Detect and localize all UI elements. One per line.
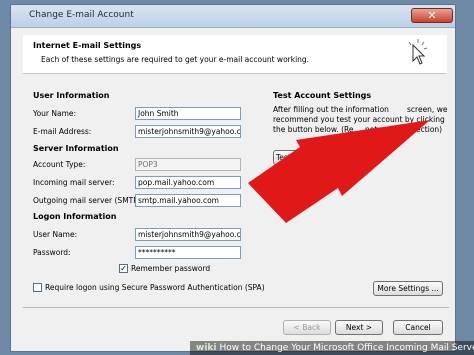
remember-password-checkbox[interactable]: ✓	[119, 264, 128, 273]
caption-text: How to Change Your Microsoft Office Inco…	[219, 343, 474, 353]
email-address-label: E-mail Address:	[33, 127, 92, 136]
your-name-label: Your Name:	[33, 109, 77, 118]
test-desc-line1: After filling out the information	[273, 105, 389, 114]
email-address-field[interactable]: misterjohnsmith9@yahoo.com	[135, 125, 241, 138]
password-field[interactable]: **********	[135, 246, 241, 259]
more-settings-button[interactable]: More Settings ...	[373, 281, 443, 296]
remember-password-label: Remember password	[131, 264, 211, 273]
spa-label: Require logon using Secure Password Auth…	[45, 283, 265, 292]
mouse-cursor-icon	[408, 39, 428, 65]
dialog-header: Internet E-mail Settings Each of these s…	[23, 35, 447, 74]
change-email-account-dialog: Change E-mail Account ✕ Internet E-mail …	[10, 4, 456, 352]
logon-info-heading: Logon Information	[33, 212, 117, 221]
server-info-heading: Server Information	[33, 144, 119, 153]
your-name-field[interactable]: John Smith	[135, 107, 241, 120]
test-desc-line1-end: screen, we	[407, 105, 448, 114]
close-button[interactable]: ✕	[411, 8, 453, 23]
account-type-label: Account Type:	[33, 160, 86, 169]
test-settings-heading: Test Account Settings	[273, 91, 372, 100]
header-subtitle: Each of these settings are required to g…	[41, 55, 310, 64]
user-info-heading: User Information	[33, 91, 110, 100]
header-title: Internet E-mail Settings	[33, 41, 142, 50]
test-account-settings-button[interactable]: Test Account Settings ...	[273, 150, 369, 165]
back-button[interactable]: < Back	[283, 320, 331, 335]
test-desc-line3: the button below. (Re	[273, 125, 354, 134]
caption-brand: wiki	[196, 343, 217, 353]
footer-divider	[23, 307, 449, 308]
test-desc-line2: recommend you test your account by click…	[273, 115, 445, 124]
cancel-button[interactable]: Cancel	[393, 320, 443, 335]
password-label: Password:	[33, 248, 71, 257]
image-caption: wiki How to Change Your Microsoft Office …	[190, 341, 474, 355]
test-settings-description: After filling out the information screen…	[273, 105, 453, 135]
user-name-label: User Name:	[33, 230, 78, 239]
incoming-server-field[interactable]: pop.mail.yahoo.com	[135, 176, 241, 189]
next-button[interactable]: Next >	[335, 320, 383, 335]
window-title: Change E-mail Account	[29, 10, 134, 20]
user-name-field[interactable]: misterjohnsmith9@yahoo.com	[135, 228, 241, 241]
account-type-field: POP3	[135, 158, 241, 171]
test-desc-line3-end: network connection)	[365, 125, 443, 134]
incoming-server-label: Incoming mail server:	[33, 178, 115, 187]
title-bar: Change E-mail Account ✕	[11, 5, 455, 28]
spa-checkbox[interactable]	[33, 283, 42, 292]
outgoing-server-label: Outgoing mail server (SMTP):	[33, 196, 144, 205]
outgoing-server-field[interactable]: smtp.mail.yahoo.com	[135, 194, 241, 207]
